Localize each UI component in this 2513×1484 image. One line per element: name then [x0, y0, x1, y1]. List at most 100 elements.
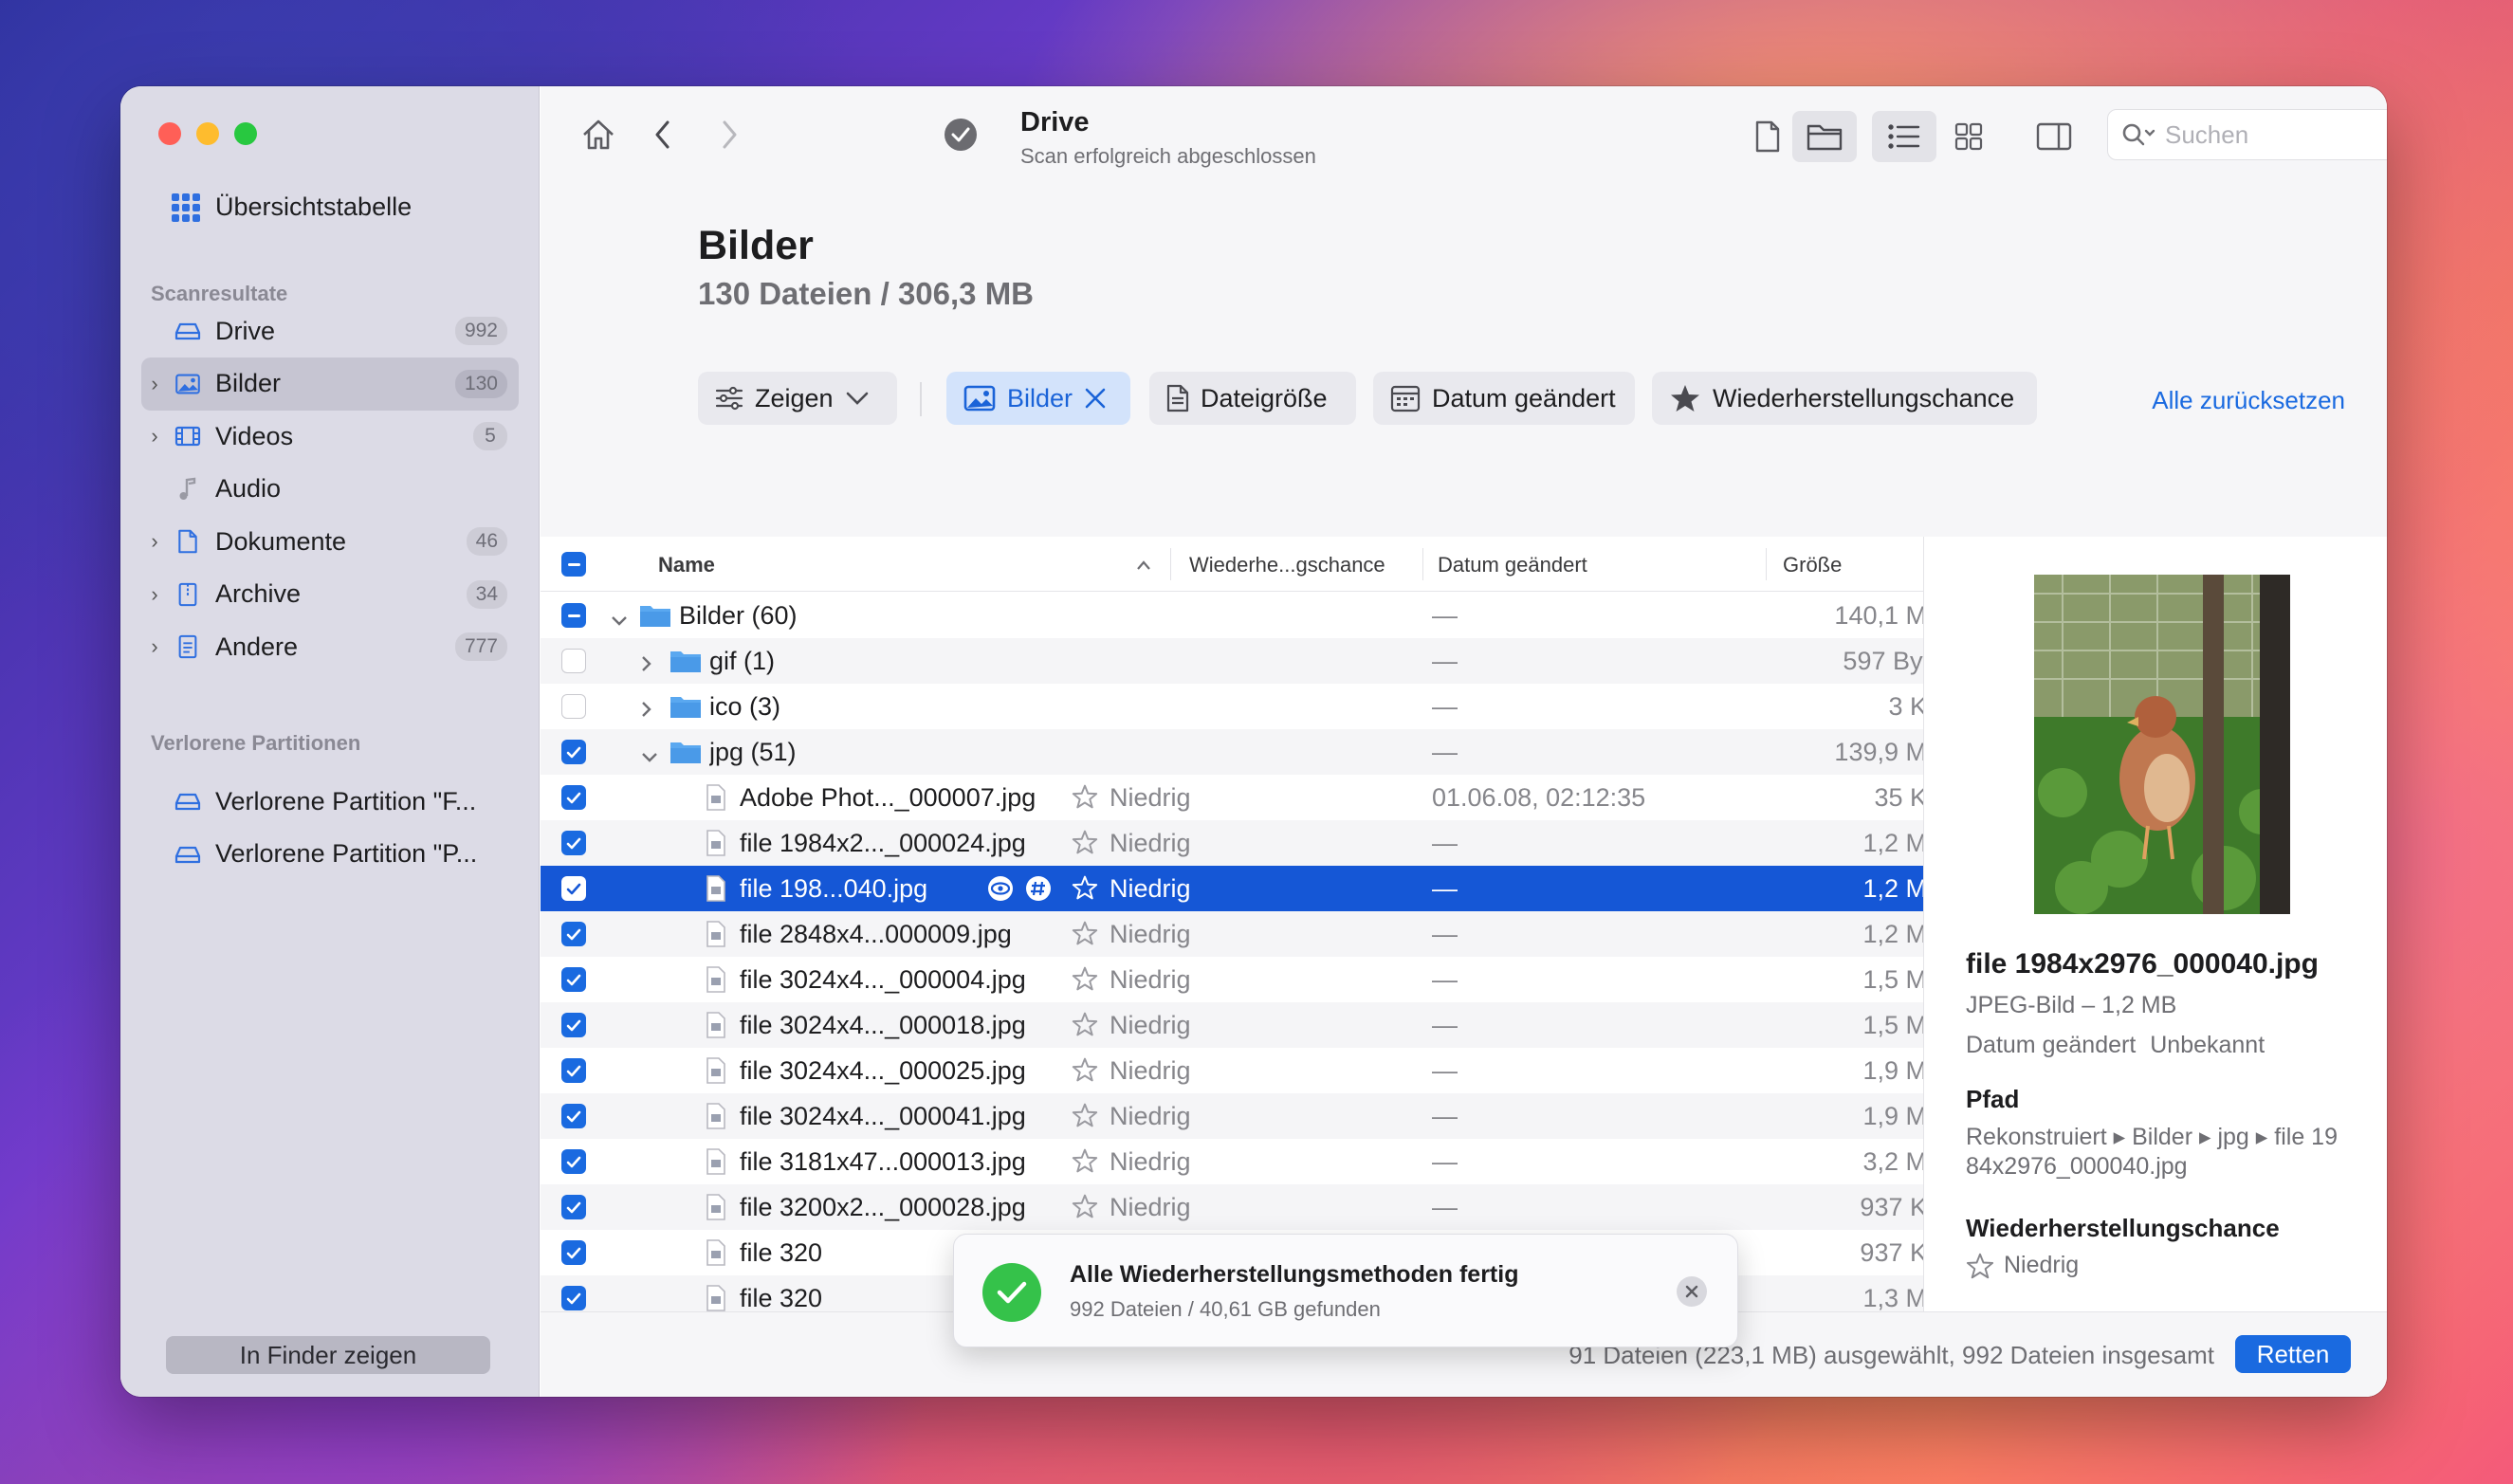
row-name: file 3181x47...000013.jpg — [740, 1147, 1026, 1176]
sidebar-item-archive[interactable]: › Archive 34 — [141, 568, 519, 621]
sidebar-item-andere[interactable]: › Andere 777 — [141, 620, 519, 673]
table-row[interactable]: jpg (51)—139,9 MBOrdne — [541, 729, 1923, 775]
chevron-right-icon[interactable]: › — [141, 634, 168, 659]
row-checkbox[interactable] — [561, 1058, 586, 1083]
table-row[interactable]: file 3024x4..._000004.jpgNiedrig—1,5 MBJ… — [541, 957, 1923, 1002]
column-recovery-chance[interactable]: Wiederhe...gschance — [1189, 553, 1385, 577]
row-checkbox[interactable] — [561, 694, 586, 719]
sidebar-item-overview[interactable]: Übersichtstabelle — [172, 192, 412, 222]
toggle-preview-button[interactable] — [2024, 111, 2084, 162]
image-icon — [963, 385, 996, 412]
forward-button[interactable] — [707, 113, 751, 156]
table-row[interactable]: gif (1)—597 ByteOrdne — [541, 638, 1923, 684]
back-button[interactable] — [641, 113, 685, 156]
row-checkbox[interactable] — [561, 922, 586, 946]
row-checkbox[interactable] — [561, 831, 586, 855]
file-view-button[interactable] — [1737, 111, 1798, 162]
search-input[interactable]: Suchen — [2165, 120, 2248, 150]
chevron-down-icon[interactable] — [641, 741, 658, 770]
row-checkbox[interactable] — [561, 1013, 586, 1037]
jpeg-file-icon — [706, 1103, 726, 1136]
column-date-modified[interactable]: Datum geändert — [1438, 553, 1587, 577]
window-controls — [158, 122, 257, 145]
row-checkbox[interactable] — [561, 649, 586, 673]
sidebar-item-videos[interactable]: › Videos 5 — [141, 410, 519, 463]
row-checkbox[interactable] — [561, 740, 586, 764]
table-row[interactable]: file 3181x47...000013.jpgNiedrig—3,2 MBJ… — [541, 1139, 1923, 1184]
row-recovery-chance: Niedrig — [1110, 783, 1191, 812]
zoom-window-button[interactable] — [234, 122, 257, 145]
toast-close-button[interactable] — [1677, 1276, 1707, 1307]
row-checkbox[interactable] — [561, 967, 586, 992]
row-name: file 1984x2..._000024.jpg — [740, 829, 1026, 857]
row-checkbox[interactable] — [561, 1149, 586, 1174]
column-name[interactable]: Name — [658, 553, 715, 577]
music-note-icon — [174, 477, 202, 501]
recover-button[interactable]: Retten — [2235, 1335, 2351, 1373]
film-icon — [174, 425, 202, 448]
preview-eye-icon[interactable] — [986, 875, 1015, 908]
row-checkbox[interactable] — [561, 785, 586, 810]
date-filter[interactable]: Datum geändert — [1373, 372, 1635, 425]
row-date: 01.06.08, 02:12:35 — [1432, 783, 1646, 812]
home-button[interactable] — [577, 113, 620, 156]
reset-all-link[interactable]: Alle zurücksetzen — [2152, 386, 2345, 415]
sidebar-item-lost-partition[interactable]: Verlorene Partition "F... — [141, 775, 519, 828]
images-filter-chip[interactable]: Bilder — [946, 372, 1130, 425]
chevron-right-icon[interactable]: › — [141, 372, 168, 396]
sidebar-item-label: Verlorene Partition "F... — [215, 786, 477, 815]
recovery-chance-filter[interactable]: Wiederherstellungschance — [1652, 372, 2037, 425]
table-row[interactable]: Bilder (60)—140,1 MBOrdne — [541, 593, 1923, 638]
close-window-button[interactable] — [158, 122, 181, 145]
chevron-right-icon[interactable] — [641, 695, 652, 724]
row-date: — — [1432, 692, 1458, 721]
sidebar-item-lost-partition[interactable]: Verlorene Partition "P... — [141, 828, 519, 881]
table-row[interactable]: Adobe Phot..._000007.jpg Niedrig 01.06.08,… — [541, 775, 1923, 820]
sidebar-item-bilder[interactable]: › Bilder 130 — [141, 357, 519, 411]
chevron-right-icon[interactable]: › — [141, 582, 168, 607]
grid-view-button[interactable] — [1938, 111, 1999, 162]
row-date: — — [1432, 829, 1458, 857]
table-row[interactable]: file 3024x4..._000018.jpgNiedrig—1,5 MBJ… — [541, 1002, 1923, 1048]
folder-icon — [639, 603, 671, 634]
scan-status-badge — [945, 119, 977, 151]
minimize-window-button[interactable] — [196, 122, 219, 145]
jpeg-file-icon — [706, 1239, 726, 1273]
row-name: Bilder (60) — [679, 601, 798, 630]
row-checkbox[interactable] — [561, 876, 586, 901]
sidebar-item-audio[interactable]: Audio — [141, 463, 519, 516]
search-field[interactable]: Suchen — [2107, 109, 2387, 160]
hex-view-icon[interactable] — [1024, 875, 1053, 908]
table-row[interactable]: file 1984x2..._000024.jpgNiedrig—1,2 MBJ… — [541, 820, 1923, 866]
table-row[interactable]: file 3024x4..._000041.jpgNiedrig—1,9 MBJ… — [541, 1093, 1923, 1139]
chevron-right-icon[interactable] — [641, 650, 652, 679]
list-view-button[interactable] — [1872, 111, 1936, 162]
table-row[interactable]: file 3200x2..._000028.jpgNiedrig—937 KBJ… — [541, 1184, 1923, 1230]
close-icon[interactable] — [1084, 387, 1107, 410]
select-all-checkbox[interactable] — [561, 552, 586, 577]
sidebar-item-label: Dokumente — [215, 526, 347, 556]
column-size[interactable]: Größe — [1783, 553, 1842, 577]
row-checkbox[interactable] — [561, 603, 586, 628]
file-size-filter[interactable]: Dateigröße — [1149, 372, 1356, 425]
show-filter-dropdown[interactable]: Zeigen — [698, 372, 897, 425]
folder-view-button[interactable] — [1792, 111, 1857, 162]
row-checkbox[interactable] — [561, 1240, 586, 1265]
row-size: 1,3 MB — [1862, 1284, 1923, 1312]
table-row[interactable]: ico (3)—3 KBOrdne — [541, 684, 1923, 729]
table-row[interactable]: file 198...040.jpgNiedrig—1,2 MBJPEG — [541, 866, 1923, 911]
row-checkbox[interactable] — [561, 1195, 586, 1219]
table-row[interactable]: file 3024x4..._000025.jpgNiedrig—1,9 MBJ… — [541, 1048, 1923, 1093]
row-checkbox[interactable] — [561, 1286, 586, 1310]
sidebar-item-drive[interactable]: Drive 992 — [141, 304, 519, 357]
chevron-right-icon[interactable]: › — [141, 529, 168, 554]
show-in-finder-button[interactable]: In Finder zeigen — [166, 1336, 490, 1374]
sort-ascending-icon — [1137, 560, 1150, 570]
chevron-down-icon[interactable] — [611, 604, 628, 633]
table-row[interactable]: file 2848x4...000009.jpgNiedrig—1,2 MBJP… — [541, 911, 1923, 957]
sidebar-item-dokumente[interactable]: › Dokumente 46 — [141, 515, 519, 568]
folder-icon — [670, 649, 702, 680]
chevron-right-icon[interactable]: › — [141, 424, 168, 449]
star-outline-icon — [1072, 1103, 1098, 1134]
row-checkbox[interactable] — [561, 1104, 586, 1128]
